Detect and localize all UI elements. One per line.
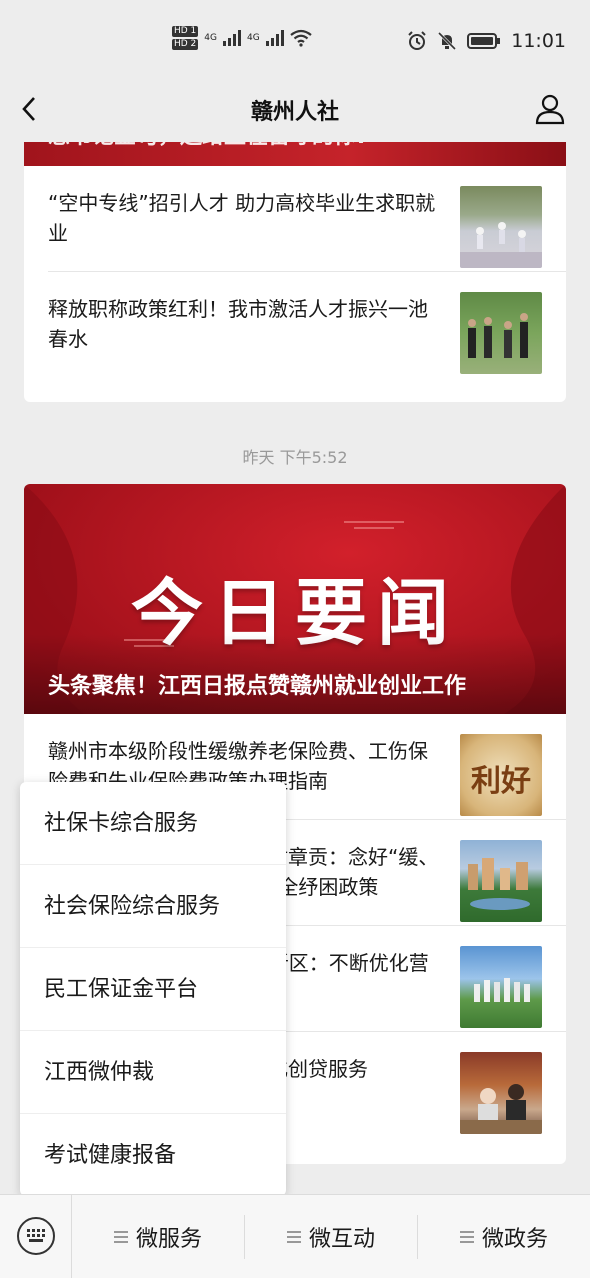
menu-item-social-card[interactable]: 社保卡综合服务 [20,782,286,865]
message-timestamp: 昨天 下午5:52 [242,448,348,467]
cover-title: 志书记金句，还给正在留守的你! [48,142,366,150]
article-card: 志书记金句，还给正在留守的你! “空中专线”招引人才 助力高校毕业生求职就业 释… [24,142,566,402]
signal-icon [223,30,241,46]
popup-menu: 社保卡综合服务 社会保险综合服务 民工保证金平台 江西微仲裁 考试健康报备 [20,782,286,1196]
crowd-image [460,222,542,268]
city-image [474,978,530,1002]
article-thumbnail [460,292,542,374]
menu-lines-icon [286,1231,301,1243]
net2-label: 4G [247,33,260,43]
article-title: “空中专线”招引人才 助力高校毕业生求职就业 [48,191,436,245]
article-thumbnail: 利好 [460,734,542,816]
city-image [468,858,530,910]
signal-icon [265,30,284,46]
mute-bell-icon [438,31,457,51]
banner-caption: 头条聚焦！江西日报点赞赣州就业创业工作 [48,674,467,699]
people-image [468,313,528,358]
thumb-text: 利好 [471,764,531,799]
tab-label: 微互动 [308,1227,375,1252]
office-image [460,1084,542,1134]
hd2-badge: HD 2 [172,39,199,50]
profile-icon[interactable] [534,92,566,126]
bottom-menu-bar: 微服务 微互动 微政务 [0,1194,590,1278]
article-thumbnail [460,946,542,1028]
battery-icon [467,33,501,49]
menu-tab-interaction[interactable]: 微互动 [245,1195,417,1278]
menu-tab-services[interactable]: 微服务 [72,1195,244,1278]
hd1-badge: HD 1 [172,26,199,37]
page-title: 赣州人社 [250,100,339,125]
article-cover[interactable]: 志书记金句，还给正在留守的你! [24,142,566,166]
menu-lines-icon [113,1231,128,1243]
menu-item-health-report[interactable]: 考试健康报备 [20,1114,286,1197]
alarm-icon [408,31,426,50]
article-thumbnail [460,840,542,922]
article-thumbnail [460,1052,542,1134]
signal-indicators: HD 1 HD 2 4G 4G [172,26,312,50]
menu-item-migrant-deposit[interactable]: 民工保证金平台 [20,948,286,1031]
net1-label: 4G [204,33,217,43]
tab-label: 微政务 [481,1227,548,1252]
article-cover[interactable]: 今日要闻 头条聚焦！江西日报点赞赣州就业创业工作 [24,484,566,714]
status-bar: HD 1 HD 2 4G 4G 11:01 [0,0,590,84]
clock: 11:01 [511,30,566,52]
menu-item-arbitration[interactable]: 江西微仲裁 [20,1031,286,1114]
menu-lines-icon [459,1231,474,1243]
tab-label: 微服务 [135,1227,202,1252]
keyboard-icon [17,1217,55,1255]
article-item[interactable]: 释放职称政策红利！我市激活人才振兴一池春水 [48,272,566,378]
wifi-icon [290,29,312,47]
status-right: 11:01 [407,30,566,52]
menu-tab-government[interactable]: 微政务 [418,1195,590,1278]
keyboard-toggle-button[interactable] [0,1195,72,1278]
article-item[interactable]: “空中专线”招引人才 助力高校毕业生求职就业 [48,166,566,272]
nav-bar: 赣州人社 [0,84,590,142]
menu-item-social-insurance[interactable]: 社会保险综合服务 [20,865,286,948]
article-thumbnail [460,186,542,268]
article-title: 释放职称政策红利！我市激活人才振兴一池春水 [48,297,428,351]
